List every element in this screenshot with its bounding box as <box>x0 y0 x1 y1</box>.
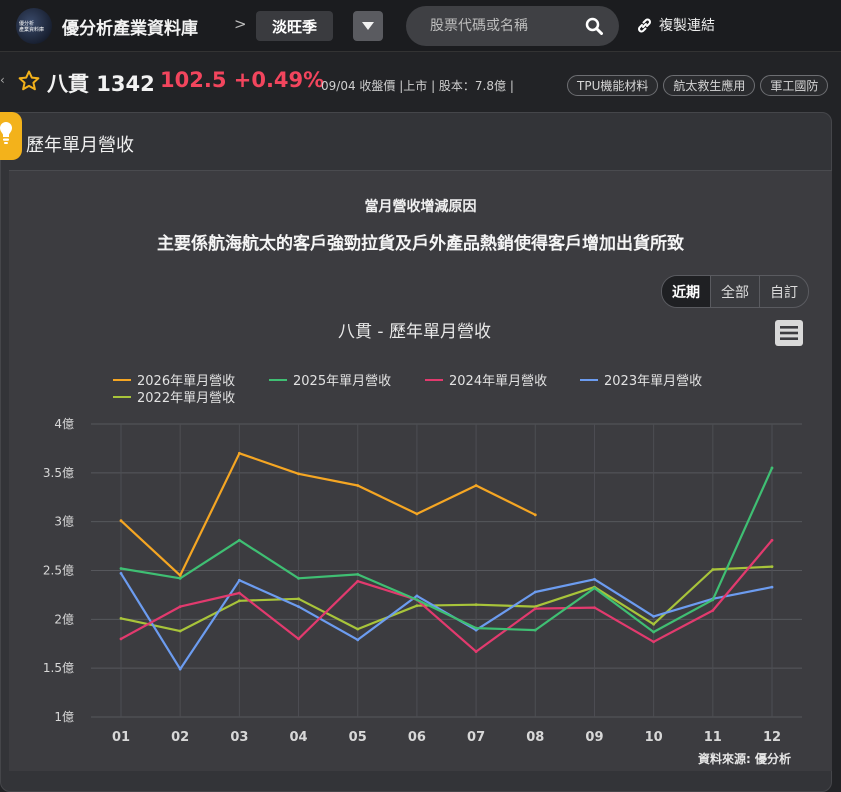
data-point <box>297 597 300 601</box>
data-point <box>178 629 182 633</box>
y-tick-label: 4億 <box>54 417 74 431</box>
x-tick-label: 04 <box>289 730 307 745</box>
data-point <box>770 538 774 542</box>
data-point <box>652 615 656 618</box>
x-tick-label: 08 <box>526 730 544 745</box>
data-point <box>119 616 123 620</box>
data-point <box>415 598 419 602</box>
data-point <box>474 650 478 653</box>
data-point <box>237 599 241 603</box>
data-point <box>593 606 596 610</box>
data-point <box>652 640 656 644</box>
data-point <box>297 637 300 641</box>
data-point <box>415 512 419 516</box>
data-point <box>770 466 774 470</box>
y-tick-label: 2億 <box>54 612 74 626</box>
data-point <box>533 628 537 632</box>
data-point <box>711 598 715 602</box>
x-tick-label: 07 <box>467 730 485 745</box>
y-tick-label: 1億 <box>54 710 74 724</box>
x-tick-label: 05 <box>349 730 367 745</box>
data-point <box>237 578 241 582</box>
data-point <box>533 607 537 610</box>
data-point <box>356 638 360 642</box>
x-tick-label: 03 <box>230 730 248 745</box>
data-point <box>237 591 241 595</box>
y-tick-label: 3.5億 <box>43 466 74 480</box>
data-point <box>237 538 241 542</box>
data-point <box>356 484 360 487</box>
revenue-line-chart: 4億 3.5億 3億 2.5億 2億 1.5億 1億 01 02 03 04 05 06 07 08 09 10… <box>43 417 802 745</box>
data-point <box>652 630 656 634</box>
data-point <box>474 626 478 630</box>
series-line-2025年單月營收 <box>120 467 774 634</box>
data-point <box>119 572 123 575</box>
data-point <box>119 519 123 523</box>
data-point <box>770 565 774 568</box>
data-point <box>178 667 182 671</box>
data-point <box>593 577 596 581</box>
data-point <box>237 451 241 455</box>
data-point <box>297 472 300 476</box>
data-point <box>533 513 537 517</box>
x-tick-label: 02 <box>171 730 189 745</box>
data-point <box>652 622 656 626</box>
data-point <box>356 573 360 576</box>
data-point <box>297 576 300 580</box>
data-point <box>178 605 182 609</box>
data-point <box>178 573 182 577</box>
x-tick-label: 06 <box>408 730 426 745</box>
series-line-2026年單月營收 <box>120 452 536 577</box>
data-point <box>593 586 596 590</box>
y-tick-label: 3億 <box>54 515 74 529</box>
series-line-2024年單月營收 <box>120 539 773 653</box>
x-tick-label: 01 <box>112 730 130 745</box>
data-point <box>178 576 182 580</box>
data-source: 資料來源: 優分析 <box>698 752 791 766</box>
data-point <box>119 637 123 641</box>
data-point <box>415 604 419 608</box>
x-tick-label: 11 <box>704 730 722 745</box>
data-point <box>297 605 300 609</box>
data-point <box>415 594 419 598</box>
data-point <box>119 567 123 570</box>
y-tick-label: 1.5億 <box>43 661 74 675</box>
data-point <box>770 585 774 589</box>
x-tick-label: 09 <box>585 730 603 745</box>
data-point <box>356 627 360 631</box>
data-point <box>711 609 715 612</box>
data-point <box>474 603 478 607</box>
data-point <box>356 579 360 583</box>
data-point <box>711 568 715 571</box>
data-point <box>474 484 478 487</box>
y-tick-label: 2.5億 <box>43 564 74 578</box>
data-point <box>533 590 537 594</box>
x-tick-label: 12 <box>763 730 781 745</box>
x-tick-label: 10 <box>645 730 663 745</box>
